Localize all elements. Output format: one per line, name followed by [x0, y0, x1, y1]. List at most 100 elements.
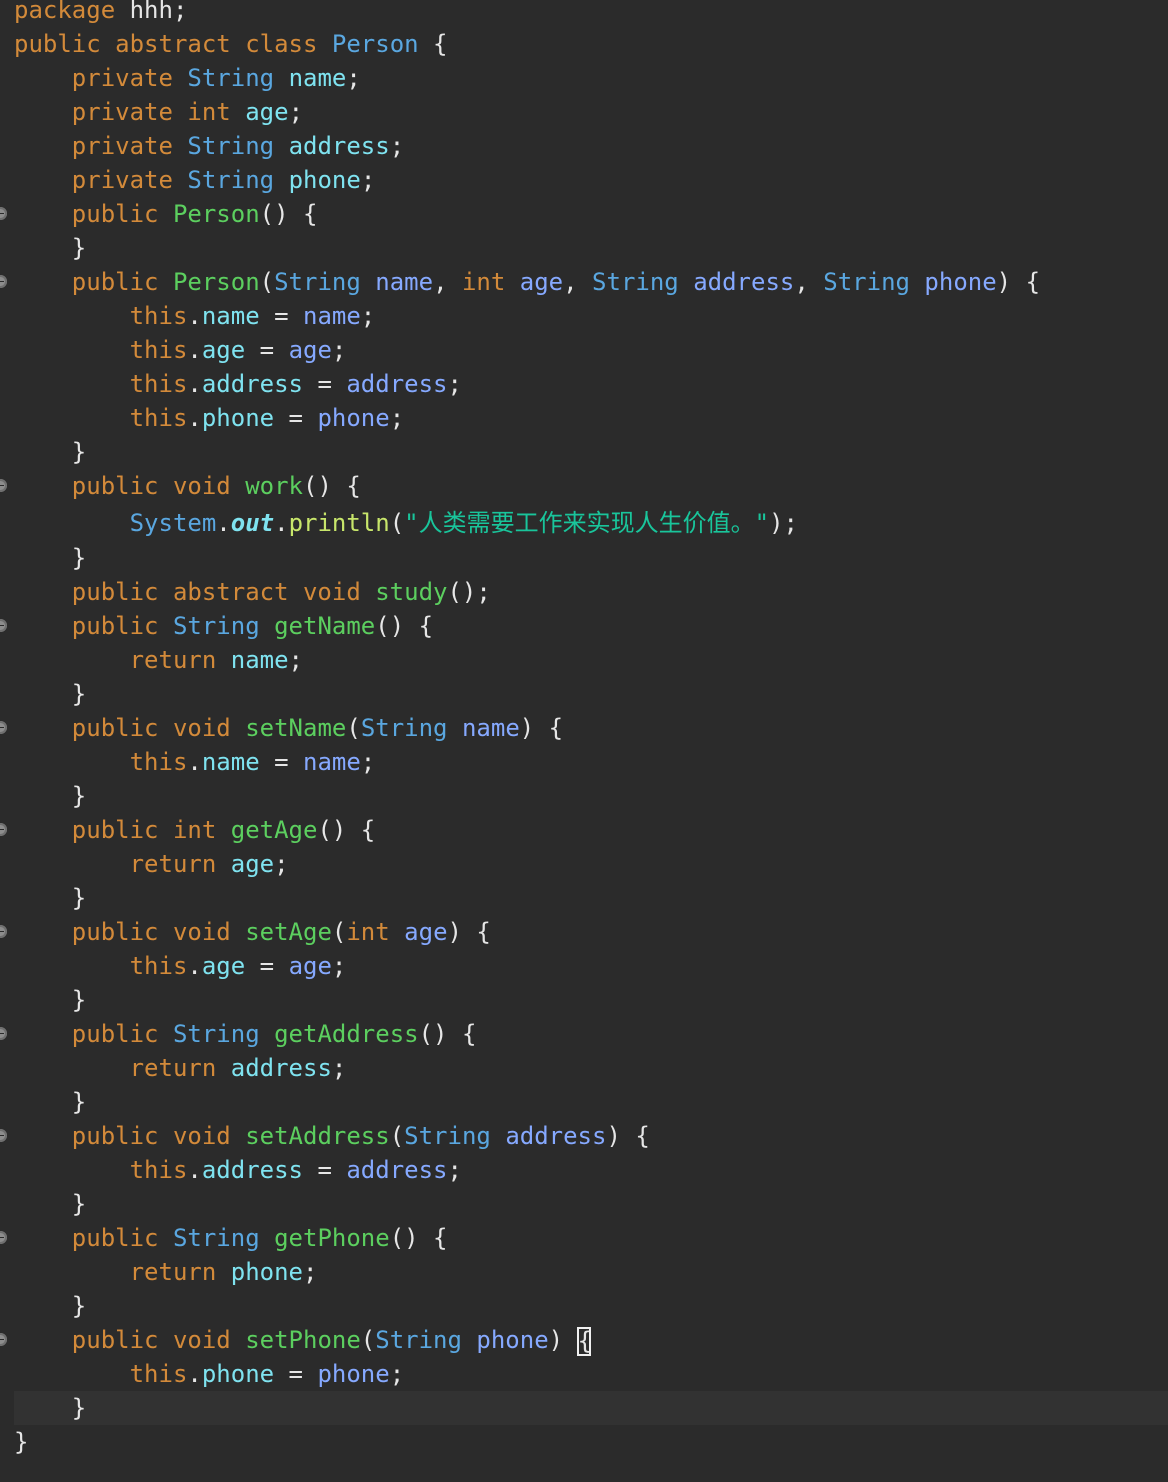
- code-token-plain: =: [274, 404, 318, 432]
- code-token-plain: ;: [360, 302, 376, 330]
- code-token-field: age: [245, 98, 289, 126]
- code-token-param: age: [404, 918, 448, 946]
- code-token-plain: =: [303, 370, 347, 398]
- code-token-plain: }: [14, 782, 87, 810]
- code-token-plain: ;: [447, 370, 462, 398]
- code-token-plain: .: [187, 1156, 202, 1184]
- code-token-plain: ;: [331, 952, 347, 980]
- code-line[interactable]: private String name;: [14, 61, 1168, 95]
- code-line[interactable]: public void work() {: [0, 469, 1168, 503]
- code-line[interactable]: public Person(String name, int age, Stri…: [0, 265, 1168, 299]
- code-line[interactable]: package hhh;: [14, 0, 1168, 27]
- code-line[interactable]: public void setPhone(String phone) {: [0, 1323, 1168, 1357]
- code-token-plain: ;: [389, 132, 405, 160]
- code-line[interactable]: public void setAddress(String address) {: [0, 1119, 1168, 1153]
- code-line[interactable]: }: [14, 1085, 1168, 1119]
- code-line[interactable]: return address;: [14, 1051, 1168, 1085]
- code-line[interactable]: public String getName() {: [0, 609, 1168, 643]
- code-token-param: address: [346, 1156, 448, 1184]
- code-token-call: println: [288, 509, 390, 537]
- code-line[interactable]: this.phone = phone;: [14, 1357, 1168, 1391]
- code-line[interactable]: System.out.println("人类需要工作来实现人生价值。");: [14, 503, 1168, 541]
- code-token-kw: public void: [71, 918, 231, 946]
- code-line[interactable]: private int age;: [14, 95, 1168, 129]
- code-token-param: address: [346, 370, 448, 398]
- code-line[interactable]: }: [14, 231, 1168, 265]
- code-token-kw: public void: [71, 714, 231, 742]
- code-line[interactable]: }: [14, 1187, 1168, 1221]
- code-line[interactable]: public abstract class Person {: [14, 27, 1168, 61]
- code-line[interactable]: return age;: [14, 847, 1168, 881]
- code-line[interactable]: }: [14, 677, 1168, 711]
- code-token-kw: int: [346, 918, 390, 946]
- code-editor[interactable]: package hhh; public abstract class Person…: [0, 0, 1168, 1482]
- code-token-plain: =: [259, 748, 303, 776]
- code-line[interactable]: this.age = age;: [14, 333, 1168, 367]
- code-line[interactable]: private String phone;: [14, 163, 1168, 197]
- code-token-type: String: [823, 268, 910, 296]
- code-line[interactable]: }: [14, 983, 1168, 1017]
- code-line[interactable]: public String getAddress() {: [0, 1017, 1168, 1051]
- code-token-plain: ;: [447, 1156, 462, 1184]
- code-token-string: "人类需要工作来实现人生价值。": [404, 509, 770, 537]
- code-token-plain: }: [14, 544, 87, 572]
- code-token-param: phone: [317, 1360, 390, 1388]
- code-line[interactable]: return name;: [14, 643, 1168, 677]
- code-token-kw: return: [129, 1054, 217, 1082]
- code-token-decl: getAddress: [274, 1020, 419, 1048]
- code-token-plain: ): [548, 1326, 578, 1354]
- code-token-plain: ;: [389, 1360, 405, 1388]
- code-line[interactable]: this.address = address;: [14, 1153, 1168, 1187]
- code-line[interactable]: }: [14, 881, 1168, 915]
- code-line[interactable]: this.name = name;: [14, 299, 1168, 333]
- code-line[interactable]: }: [14, 435, 1168, 469]
- code-token-plain: (: [346, 714, 361, 742]
- code-line[interactable]: public Person() {: [0, 197, 1168, 231]
- code-token-plain: ) {: [519, 714, 564, 742]
- code-line[interactable]: this.age = age;: [14, 949, 1168, 983]
- code-token-param: address: [693, 268, 795, 296]
- code-line[interactable]: }: [14, 1425, 1168, 1459]
- code-line[interactable]: public void setName(String name) {: [0, 711, 1168, 745]
- code-line[interactable]: }: [14, 1289, 1168, 1323]
- code-line[interactable]: return phone;: [14, 1255, 1168, 1289]
- code-token-param: phone: [317, 404, 390, 432]
- code-token-plain: =: [245, 336, 289, 364]
- code-token-type: System: [129, 509, 217, 537]
- code-line[interactable]: this.address = address;: [14, 367, 1168, 401]
- code-token-kw: this: [129, 336, 188, 364]
- code-line[interactable]: this.name = name;: [14, 745, 1168, 779]
- code-line[interactable]: this.phone = phone;: [14, 401, 1168, 435]
- code-token-plain: () {: [317, 816, 376, 844]
- code-token-plain: =: [245, 952, 289, 980]
- code-line[interactable]: }: [14, 541, 1168, 575]
- code-token-param: phone: [476, 1326, 549, 1354]
- code-lines[interactable]: package hhh; public abstract class Person…: [0, 0, 1168, 1459]
- code-line[interactable]: public void setAge(int age) {: [0, 915, 1168, 949]
- code-token-plain: ;: [346, 64, 361, 92]
- code-line[interactable]: public abstract void study();: [14, 575, 1168, 609]
- code-token-plain: }: [14, 438, 87, 466]
- code-line-current[interactable]: }: [14, 1391, 1168, 1425]
- code-line[interactable]: }: [14, 779, 1168, 813]
- code-token-plain: .: [187, 302, 202, 330]
- code-line[interactable]: private String address;: [14, 129, 1168, 163]
- code-line[interactable]: public int getAge() {: [0, 813, 1168, 847]
- code-line[interactable]: public String getPhone() {: [0, 1221, 1168, 1255]
